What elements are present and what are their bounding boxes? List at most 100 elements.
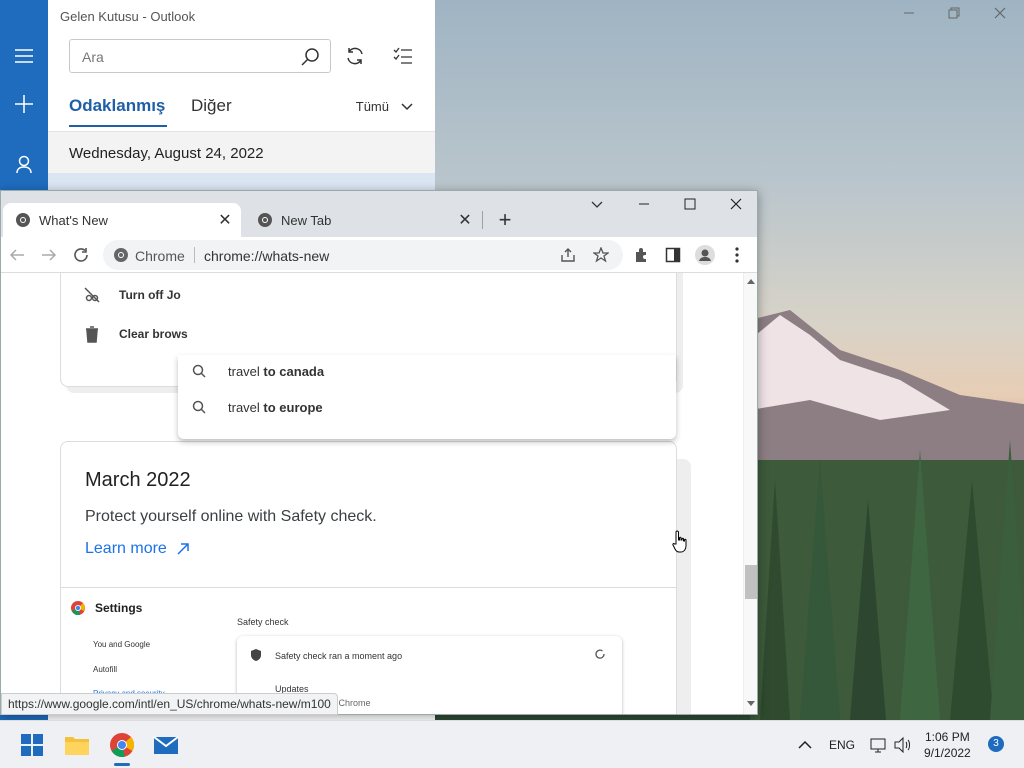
profile-avatar-icon[interactable]	[695, 245, 715, 265]
suggestion-completion: to europe	[263, 399, 323, 415]
scroll-up-icon[interactable]	[747, 278, 755, 284]
safety-check-status: Safety check ran a moment ago	[275, 651, 403, 661]
search-input[interactable]: Ara	[69, 39, 331, 73]
learn-more-label: Learn more	[85, 540, 167, 557]
system-clock[interactable]: 1:06 PM 9/1/2022	[924, 729, 971, 761]
people-icon[interactable]	[0, 144, 48, 184]
search-icon	[192, 400, 206, 414]
tab-title: What's New	[39, 212, 108, 228]
scrollbar-thumb[interactable]	[745, 565, 757, 599]
date-header-text: Wednesday, August 24, 2022	[69, 145, 264, 162]
settings-nav-item: Autofill	[93, 665, 118, 674]
maximize-button[interactable]	[684, 197, 696, 215]
suggestion-item[interactable]: travel to europe	[192, 389, 323, 425]
forward-icon[interactable]	[39, 245, 59, 265]
tab-whats-new[interactable]: What's New ✕	[3, 203, 241, 237]
omnibox-separator	[194, 247, 195, 263]
date-group-header: Wednesday, August 24, 2022	[48, 131, 435, 173]
chrome-window: What's New ✕ New Tab ✕ + Chrome chrome:/…	[0, 190, 758, 715]
clock-time: 1:06 PM	[925, 730, 970, 744]
hand-cursor-icon	[672, 530, 687, 553]
settings-section-title: Safety check	[237, 617, 289, 627]
chrome-favicon-icon	[258, 213, 272, 227]
language-indicator[interactable]: ENG	[829, 721, 855, 768]
clock-date: 9/1/2022	[924, 746, 971, 760]
settings-nav-item: You and Google	[93, 640, 151, 649]
active-app-indicator	[114, 763, 130, 766]
chrome-badge-icon	[114, 248, 128, 262]
bookmark-star-icon[interactable]	[593, 247, 609, 263]
mail-icon[interactable]	[150, 729, 182, 761]
reload-icon[interactable]	[71, 245, 91, 265]
search-icon	[192, 364, 206, 378]
chevron-up-icon	[798, 741, 812, 749]
volume-icon[interactable]	[894, 721, 912, 768]
sync-icon[interactable]	[341, 42, 369, 70]
address-bar[interactable]: Chrome chrome://whats-new	[103, 240, 623, 270]
tab-search-icon[interactable]	[591, 197, 603, 215]
card-title: March 2022	[85, 469, 191, 491]
side-panel-icon[interactable]	[663, 245, 683, 265]
tab-title: New Tab	[281, 212, 332, 228]
omnibox-suggestions: travel to canada travel to europe	[178, 355, 676, 439]
chevron-down-icon	[401, 102, 413, 110]
minimize-button[interactable]	[903, 6, 915, 22]
vertical-scrollbar[interactable]	[743, 273, 757, 714]
close-tab-icon[interactable]: ✕	[215, 210, 235, 230]
search-placeholder: Ara	[82, 49, 104, 65]
back-icon[interactable]	[7, 245, 27, 265]
settings-title: Settings	[95, 601, 143, 615]
more-menu-icon[interactable]	[727, 245, 747, 265]
shield-icon	[251, 649, 261, 661]
refresh-icon	[595, 649, 605, 659]
network-icon[interactable]	[870, 721, 888, 768]
tab-strip: What's New ✕ New Tab ✕ +	[1, 191, 757, 237]
list-item-label: Turn off Jo	[119, 288, 181, 302]
notification-badge[interactable]: 3	[988, 736, 1004, 752]
file-explorer-icon[interactable]	[61, 729, 93, 761]
tab-other[interactable]: Diğer	[191, 96, 232, 116]
chrome-icon[interactable]	[106, 729, 138, 761]
window-title: Gelen Kutusu - Outlook	[60, 9, 196, 24]
restore-button[interactable]	[948, 6, 960, 22]
taskbar: ENG 1:06 PM 9/1/2022	[0, 720, 1024, 768]
menu-icon[interactable]	[0, 36, 48, 76]
list-item[interactable]: Clear brows	[83, 325, 188, 343]
external-link-icon	[177, 543, 189, 555]
url-text[interactable]: chrome://whats-new	[204, 248, 329, 264]
link-status-bubble: https://www.google.com/intl/en_US/chrome…	[1, 693, 338, 715]
language-label: ENG	[829, 738, 856, 752]
extensions-icon[interactable]	[631, 245, 651, 265]
filter-label: Tümü	[355, 99, 389, 114]
close-tab-icon[interactable]: ✕	[455, 210, 475, 230]
new-tab-button[interactable]: +	[493, 207, 517, 233]
suggestion-item[interactable]: travel to canada	[192, 353, 324, 389]
tab-focused[interactable]: Odaklanmış	[69, 96, 165, 116]
omnibox-chip: Chrome	[135, 248, 185, 264]
trash-icon	[86, 326, 98, 343]
suggestion-prefix: travel	[228, 399, 264, 415]
page-content: Turn off Jo Clear brows March 2022 Prote…	[1, 273, 743, 714]
share-icon[interactable]	[560, 247, 576, 263]
tab-new-tab[interactable]: New Tab ✕	[245, 203, 481, 237]
close-button[interactable]	[994, 6, 1006, 22]
filter-dropdown[interactable]: Tümü	[356, 99, 413, 114]
select-mode-icon[interactable]	[389, 42, 417, 70]
show-hidden-icons[interactable]	[798, 721, 812, 768]
close-button[interactable]	[730, 197, 742, 215]
tab-separator	[482, 211, 483, 229]
learn-more-link[interactable]: Learn more	[85, 540, 189, 558]
windows-start-icon[interactable]	[16, 729, 48, 761]
suggestion-completion: to canada	[263, 363, 325, 379]
active-tab-indicator	[69, 125, 167, 127]
incognito-off-icon	[84, 287, 100, 303]
list-item-label: Clear brows	[119, 327, 188, 341]
suggestion-prefix: travel	[228, 363, 264, 379]
list-item[interactable]: Turn off Jo	[83, 286, 181, 304]
search-icon[interactable]	[300, 47, 320, 72]
card-description: Protect yourself online with Safety chec…	[85, 508, 377, 525]
scroll-down-icon[interactable]	[747, 701, 755, 707]
march-2022-card: March 2022 Protect yourself online with …	[60, 441, 677, 714]
minimize-button[interactable]	[638, 195, 650, 213]
compose-icon[interactable]	[0, 84, 48, 124]
